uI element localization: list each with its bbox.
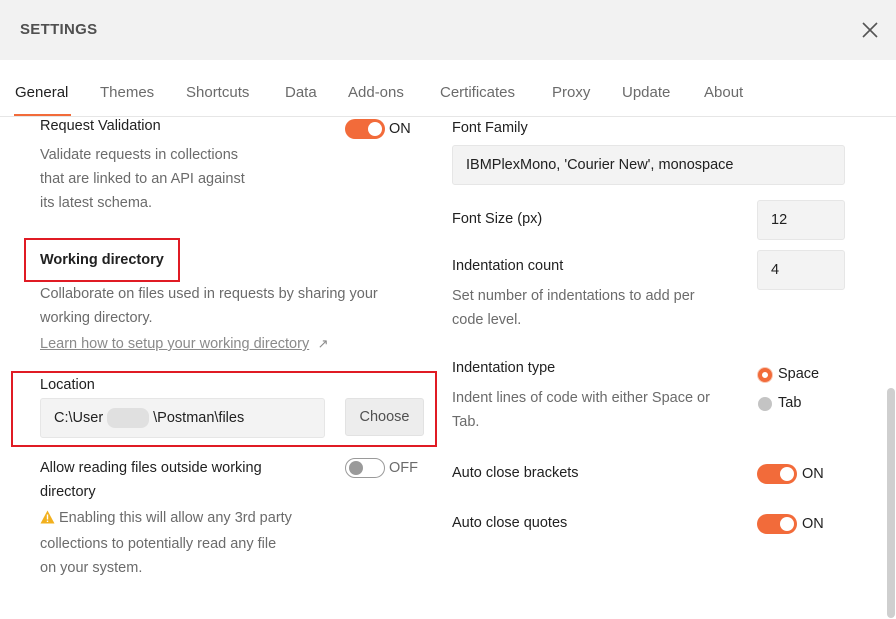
auto-close-quotes-toggle[interactable] [757, 514, 797, 534]
tab-proxy[interactable]: Proxy [552, 84, 590, 101]
tab-general[interactable]: General [15, 84, 68, 101]
desc-line: Indent lines of code with either Space o… [452, 390, 710, 406]
desc-line: Validate requests in collections [40, 147, 239, 163]
auto-close-quotes-label: Auto close quotes [452, 515, 568, 531]
request-validation-state: ON [389, 121, 411, 137]
tab-themes[interactable]: Themes [100, 84, 154, 101]
radio-tab-label[interactable]: Tab [778, 395, 801, 411]
label-line: Allow reading files outside working [40, 460, 262, 476]
label-line: directory [40, 484, 96, 500]
indentation-count-description: Set number of indentations to add per co… [452, 284, 695, 332]
toggle-knob [780, 517, 794, 531]
font-family-label: Font Family [452, 120, 528, 136]
settings-header [0, 0, 896, 60]
request-validation-toggle[interactable] [345, 119, 385, 139]
active-tab-indicator [14, 114, 71, 116]
auto-close-brackets-toggle[interactable] [757, 464, 797, 484]
path-prefix: C:\User [54, 410, 104, 426]
desc-line: Set number of indentations to add per [452, 288, 695, 304]
font-family-input[interactable]: IBMPlexMono, 'Courier New', monospace [452, 145, 845, 185]
working-directory-heading: Working directory [40, 252, 164, 268]
desc-line: that are linked to an API against [40, 171, 245, 187]
toggle-knob [349, 460, 363, 475]
auto-close-brackets-state: ON [802, 466, 824, 482]
location-path-field[interactable]: C:\User \Postman\files [40, 398, 325, 438]
allow-outside-label: Allow reading files outside working dire… [40, 456, 262, 504]
desc-line: its latest schema. [40, 195, 153, 211]
desc-line: Collaborate on files used in requests by… [40, 286, 378, 302]
warning-line: on your system. [40, 560, 143, 576]
help-link-text[interactable]: Learn how to setup your working director… [40, 336, 309, 352]
radio-tab[interactable] [758, 397, 772, 411]
desc-line: Tab. [452, 414, 480, 430]
external-link-icon: ↗ [317, 336, 329, 351]
scrollbar[interactable] [887, 388, 895, 618]
allow-outside-toggle[interactable] [345, 458, 385, 478]
tab-update[interactable]: Update [622, 84, 670, 101]
warning-icon [40, 508, 55, 532]
choose-button[interactable]: Choose [345, 398, 424, 436]
auto-close-brackets-label: Auto close brackets [452, 465, 579, 481]
tab-shortcuts[interactable]: Shortcuts [186, 84, 249, 101]
location-label: Location [40, 377, 95, 393]
desc-line: code level. [452, 312, 522, 328]
redacted-username [107, 408, 150, 428]
font-size-input[interactable]: 12 [757, 200, 845, 240]
tab-add-ons[interactable]: Add-ons [348, 84, 404, 101]
request-validation-description: Validate requests in collections that ar… [40, 143, 245, 215]
radio-space-label[interactable]: Space [778, 366, 819, 382]
desc-line: working directory. [40, 310, 153, 326]
working-directory-description: Collaborate on files used in requests by… [40, 282, 378, 330]
indentation-count-label: Indentation count [452, 258, 564, 274]
indentation-type-description: Indent lines of code with either Space o… [452, 386, 710, 434]
toggle-knob [780, 467, 794, 481]
warning-line: Enabling this will allow any 3rd party [40, 506, 292, 532]
allow-outside-state: OFF [389, 460, 418, 476]
tab-bar: General Themes Shortcuts Data Add-ons Ce… [0, 60, 896, 117]
indentation-type-label: Indentation type [452, 360, 556, 376]
tab-about[interactable]: About [704, 84, 743, 101]
radio-space[interactable] [758, 368, 772, 382]
font-size-label: Font Size (px) [452, 211, 543, 227]
allow-outside-warning: Enabling this will allow any 3rd party c… [40, 506, 292, 580]
tab-certificates[interactable]: Certificates [440, 84, 515, 101]
warning-text: Enabling this will allow any 3rd party [59, 510, 292, 526]
warning-line: collections to potentially read any file [40, 536, 277, 552]
auto-close-quotes-state: ON [802, 516, 824, 532]
close-icon[interactable] [858, 18, 882, 42]
dialog-title: SETTINGS [20, 21, 98, 38]
tab-data[interactable]: Data [285, 84, 317, 101]
request-validation-label: Request Validation [40, 118, 161, 134]
toggle-knob [368, 122, 382, 136]
indentation-count-input[interactable]: 4 [757, 250, 845, 290]
path-suffix: \Postman\files [153, 410, 245, 426]
working-directory-help-link[interactable]: Learn how to setup your working director… [40, 335, 329, 353]
